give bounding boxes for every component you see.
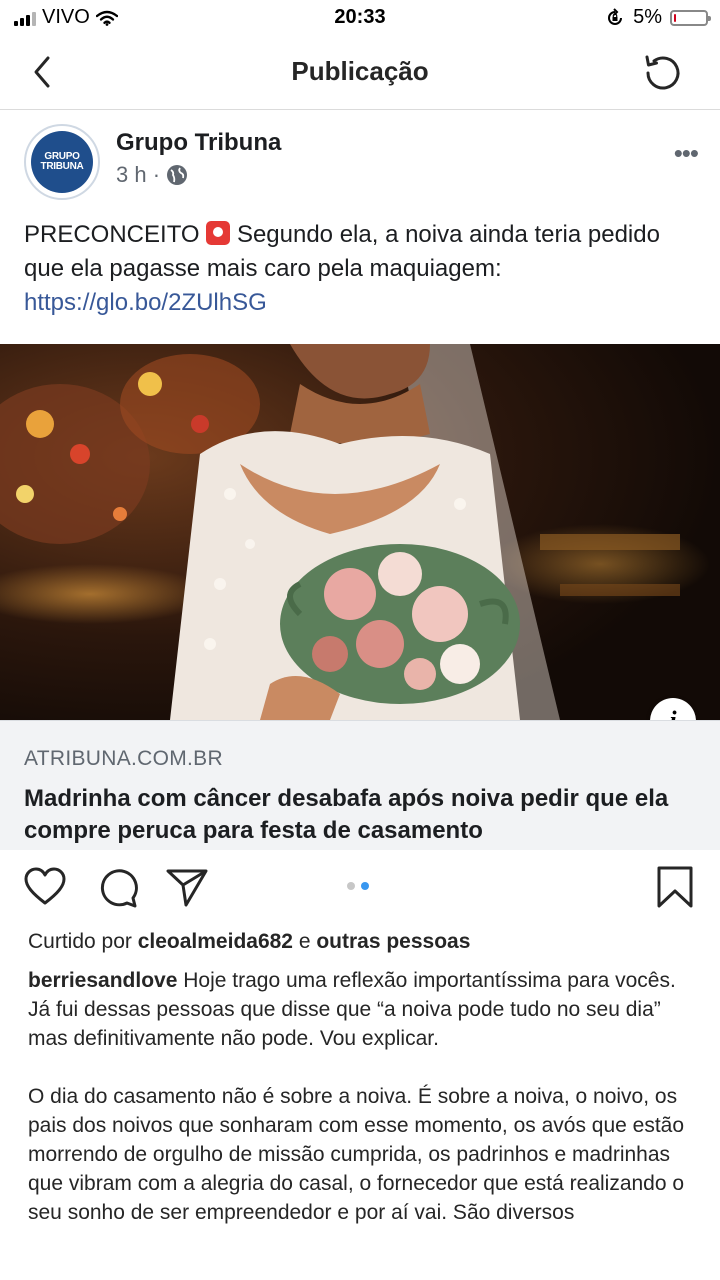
bride-photo: i	[0, 344, 720, 720]
post-meta: 3 h ·	[116, 162, 188, 188]
likes-line: Curtido por cleoalmeida682 e outras pess…	[28, 930, 470, 954]
time-ago: 3 h ·	[116, 162, 161, 187]
more-options-icon: •••	[673, 138, 699, 168]
globe-icon	[167, 165, 188, 185]
nav-bar: Publicação	[0, 36, 720, 110]
link-preview[interactable]: ATRIBUNA.COM.BR Madrinha com câncer desa…	[0, 720, 720, 850]
lock-rotation-icon	[608, 7, 623, 25]
preview-domain: ATRIBUNA.COM.BR	[24, 747, 223, 770]
refresh-icon[interactable]	[640, 50, 686, 96]
liked-by-user[interactable]: cleoalmeida682	[138, 930, 293, 953]
share-icon[interactable]	[164, 864, 210, 910]
carousel-dot	[347, 882, 355, 890]
heart-icon[interactable]	[22, 864, 68, 910]
comment-icon[interactable]	[94, 864, 140, 910]
liked-by-others[interactable]: outras pessoas	[316, 930, 470, 953]
avatar-logo: GRUPO TRIBUNA	[31, 131, 93, 193]
action-bar	[0, 852, 720, 924]
post-label: PRECONCEITO	[24, 221, 200, 248]
carousel-dot	[361, 882, 369, 890]
post-link: https://glo.bo/2ZUlhSG	[24, 289, 267, 316]
caption-username[interactable]: berriesandlove	[28, 969, 177, 992]
status-bar: VIVO 20:33 5%	[0, 0, 720, 36]
battery-icon	[670, 9, 711, 26]
battery-percent: 5%	[633, 6, 662, 28]
siren-emoji-icon	[206, 221, 231, 245]
facebook-post-text: PRECONCEITO Segundo ela, a noiva ainda t…	[24, 218, 694, 320]
battery-fill	[674, 13, 676, 22]
page-name: Grupo Tribuna	[116, 129, 282, 156]
caption-paragraph-1: berriesandlove Hoje trago uma reflexão i…	[28, 966, 696, 1053]
status-right: 5%	[605, 6, 711, 29]
likes-prefix: Curtido por	[28, 930, 138, 953]
caption: berriesandlove Hoje trago uma reflexão i…	[28, 966, 696, 1256]
preview-title: Madrinha com câncer desabafa após noiva …	[24, 785, 669, 844]
carousel-indicator	[347, 882, 369, 890]
bookmark-icon[interactable]	[652, 864, 698, 910]
likes-middle: e	[292, 930, 317, 953]
bride-photo-illustration	[0, 344, 720, 720]
page-avatar: GRUPO TRIBUNA	[24, 124, 100, 200]
post-image-facebook-card[interactable]: GRUPO TRIBUNA Grupo Tribuna 3 h · ••• PR…	[0, 124, 720, 850]
page-title: Publicação	[291, 56, 429, 86]
caption-paragraph-2: O dia do casamento não é sobre a noiva. …	[28, 1085, 685, 1224]
